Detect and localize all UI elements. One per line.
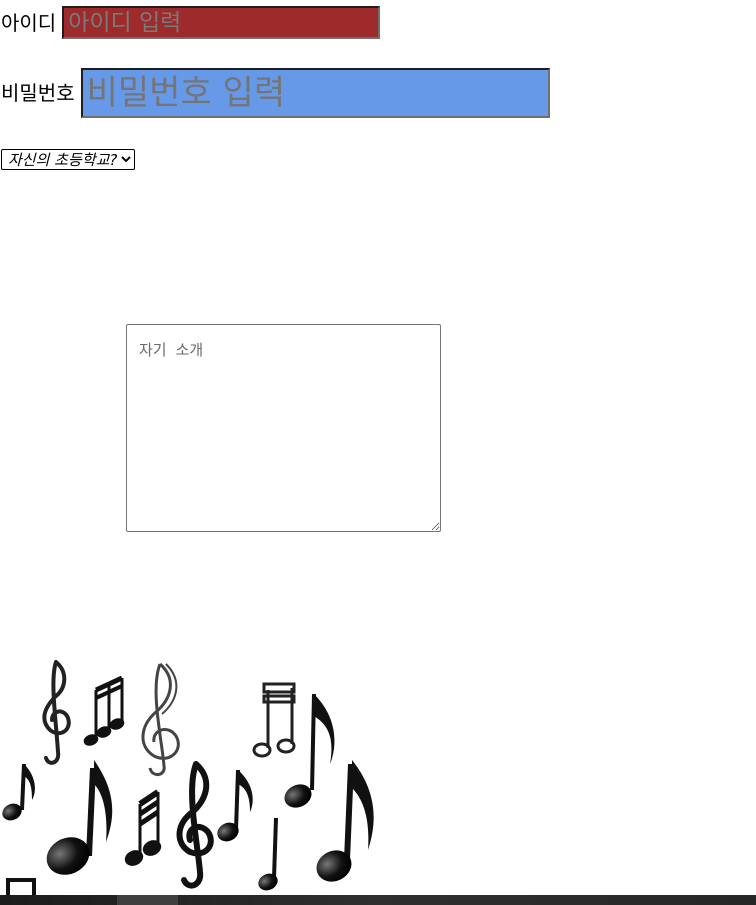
signup-page: 아이디 비밀번호 자신의 초등학교? — [0, 0, 756, 905]
password-row: 비밀번호 — [1, 68, 550, 118]
large-eighth-note-icon — [316, 760, 374, 882]
scrollbar-thumb[interactable] — [117, 895, 178, 905]
quarter-note-icon — [258, 818, 278, 891]
black-beamed-notes-icon — [124, 789, 162, 866]
outline-treble-clef-icon — [141, 662, 180, 776]
beamed-notes-icon — [83, 675, 125, 746]
id-label: 아이디 — [1, 10, 57, 35]
music-notes-image — [0, 660, 376, 895]
password-input[interactable] — [80, 68, 550, 118]
id-row: 아이디 — [1, 4, 381, 41]
partial-note-icon — [6, 878, 36, 895]
black-treble-clef-icon — [176, 761, 214, 889]
password-label: 비밀번호 — [1, 81, 75, 105]
horizontal-scrollbar[interactable] — [0, 895, 756, 905]
treble-clef-icon — [42, 660, 71, 765]
middle-eighth-note-icon — [217, 770, 253, 842]
small-eighth-note-icon — [2, 764, 35, 821]
school-question-select[interactable]: 자신의 초등학교? — [1, 149, 135, 170]
id-input[interactable] — [62, 6, 381, 39]
self-intro-textarea[interactable] — [126, 324, 441, 532]
big-quarter-note-icon — [46, 760, 113, 875]
outline-sixteenth-notes-icon — [252, 682, 296, 758]
